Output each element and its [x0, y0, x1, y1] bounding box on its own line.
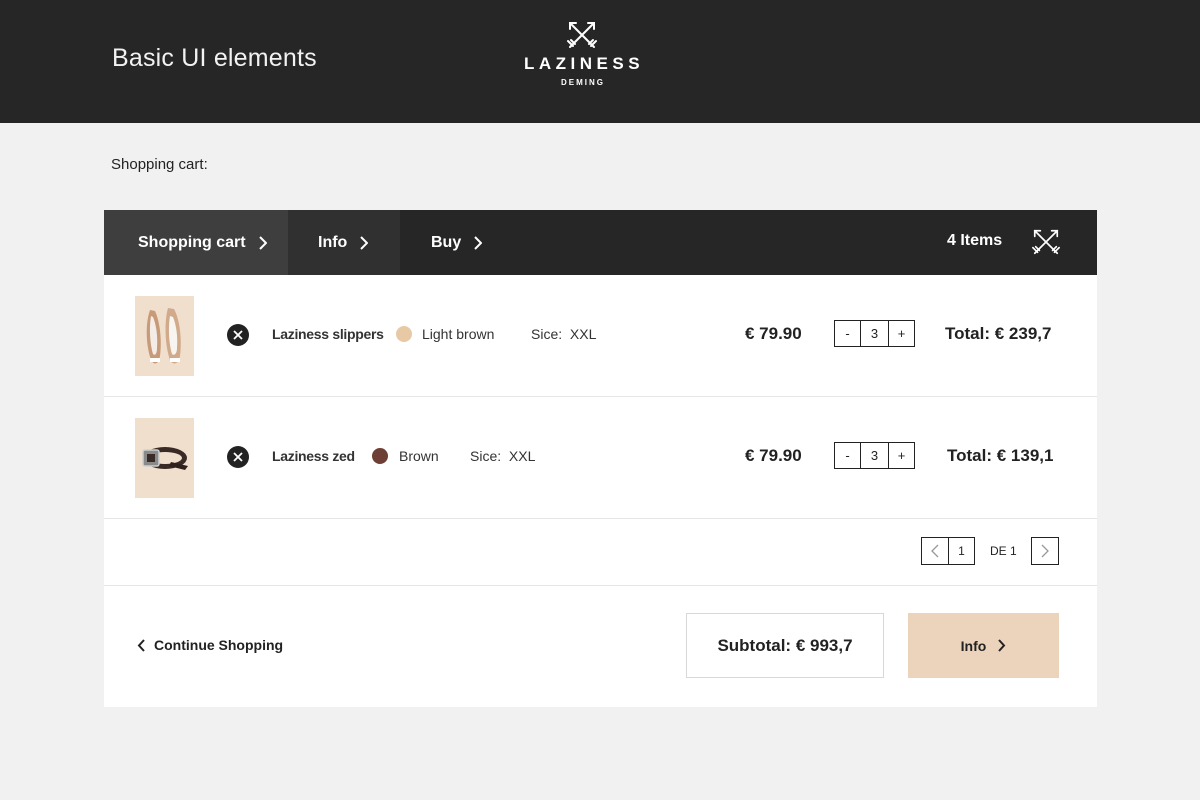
color-name: Light brown [422, 326, 495, 342]
increase-quantity-button[interactable]: + [888, 320, 915, 347]
close-icon [233, 330, 243, 340]
product-image-belt[interactable] [135, 418, 194, 498]
chevron-left-icon [137, 638, 145, 652]
cart-panel: Shopping cart Info Buy 4 Items Laziness … [104, 210, 1097, 707]
items-count: 4 Items [947, 232, 1003, 249]
line-total: Total: € 239,7 [945, 324, 1052, 343]
size-info: Sice: XXL [470, 448, 535, 464]
quantity-value[interactable]: 3 [861, 442, 888, 469]
chevron-right-icon [258, 235, 267, 250]
close-icon [233, 452, 243, 462]
info-button-label: Info [960, 637, 987, 654]
size-label: Sice: [531, 326, 563, 342]
color-name: Brown [399, 448, 439, 464]
cart-item-row: Laziness slippers Light brown Sice: XXL … [104, 275, 1097, 397]
step-buy[interactable]: Buy [400, 210, 540, 275]
pagination: 1 DE 1 [921, 537, 1059, 565]
page-count: DE 1 [990, 544, 1017, 558]
decrease-quantity-button[interactable]: - [834, 442, 861, 469]
step-label: Shopping cart [138, 233, 246, 251]
quantity-value[interactable]: 3 [861, 320, 888, 347]
current-page[interactable]: 1 [949, 537, 975, 565]
info-next-button[interactable]: Info [908, 613, 1059, 678]
continue-shopping-link[interactable]: Continue Shopping [137, 637, 283, 653]
color-swatch [372, 448, 388, 464]
unit-price: € 79.90 [745, 446, 802, 465]
top-bar: Basic UI elements LAZINESS DEMING [0, 0, 1200, 123]
checkout-steps: Shopping cart Info Buy 4 Items [104, 210, 1097, 275]
unit-price: € 79.90 [745, 324, 802, 343]
pagination-row: 1 DE 1 [104, 519, 1097, 586]
page-title: Basic UI elements [112, 44, 317, 72]
product-name[interactable]: Laziness slippers [272, 326, 384, 342]
crossed-arrows-icon [567, 22, 597, 48]
size-info: Sice: XXL [531, 326, 596, 342]
increase-quantity-button[interactable]: + [888, 442, 915, 469]
chevron-right-icon [360, 235, 369, 250]
decrease-quantity-button[interactable]: - [834, 320, 861, 347]
chevron-right-icon [998, 639, 1006, 652]
quantity-stepper: - 3 + [834, 442, 915, 469]
brand-logo[interactable]: LAZINESS DEMING [520, 20, 644, 100]
size-label: Sice: [470, 448, 502, 464]
quantity-stepper: - 3 + [834, 320, 915, 347]
chevron-left-icon [931, 544, 939, 558]
continue-shopping-label: Continue Shopping [154, 637, 284, 653]
cart-item-row: Laziness zed Brown Sice: XXL € 79.90 - 3… [104, 397, 1097, 519]
line-total: Total: € 139,1 [947, 446, 1054, 465]
sneakers-image [135, 296, 194, 376]
next-page-button[interactable] [1030, 537, 1059, 565]
belt-image [135, 418, 194, 498]
crossed-arrows-icon [1032, 229, 1060, 255]
chevron-right-icon [474, 235, 483, 250]
cart-heading: Shopping cart: [111, 156, 208, 173]
step-info[interactable]: Info [288, 210, 400, 275]
product-name[interactable]: Laziness zed [272, 448, 355, 464]
subtotal-box: Subtotal: € 993,7 [686, 613, 884, 678]
step-label: Buy [431, 233, 462, 251]
size-value: XXL [508, 448, 536, 464]
step-shopping-cart[interactable]: Shopping cart [104, 210, 288, 275]
product-image-slippers[interactable] [135, 296, 194, 376]
chevron-right-icon [1041, 544, 1049, 558]
step-label: Info [318, 233, 348, 251]
size-value: XXL [569, 326, 597, 342]
logo-sub-text: DEMING [561, 78, 605, 87]
previous-page-button[interactable] [921, 537, 949, 565]
logo-brand-text: LAZINESS [524, 54, 645, 73]
color-swatch [396, 326, 412, 342]
remove-item-button[interactable] [227, 446, 249, 468]
remove-item-button[interactable] [227, 324, 249, 346]
